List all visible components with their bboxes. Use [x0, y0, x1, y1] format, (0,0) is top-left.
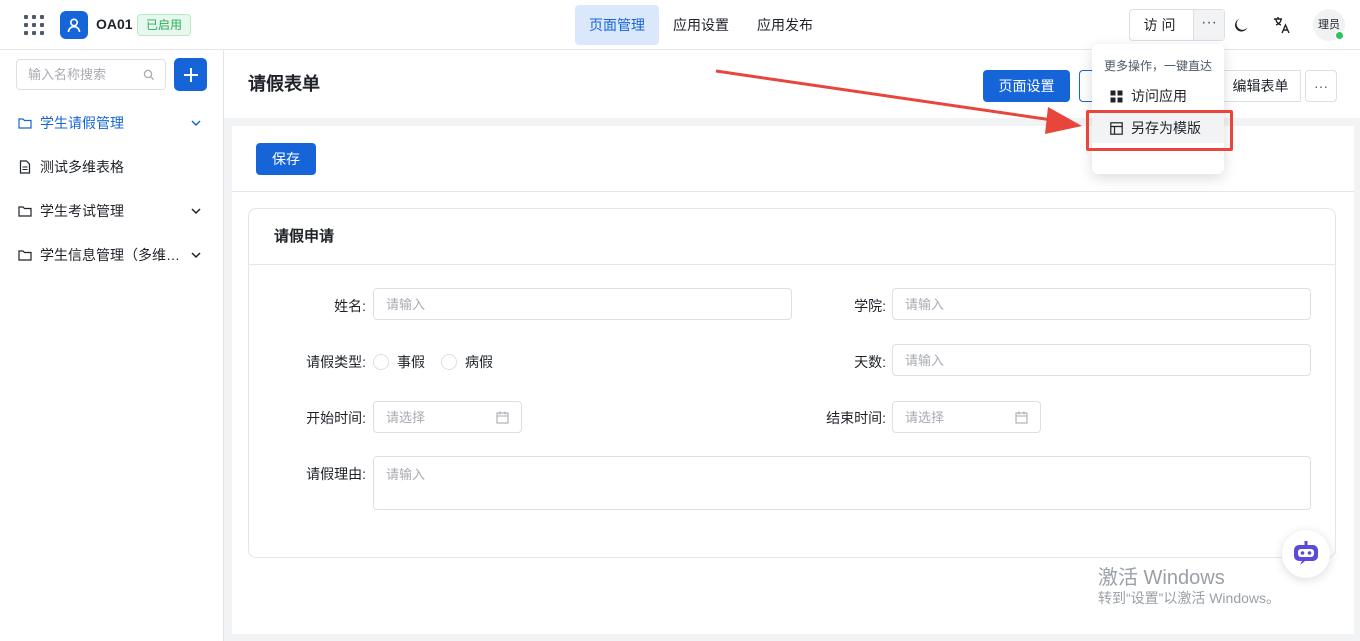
- app-logo: [60, 11, 88, 39]
- chatbot-button[interactable]: [1282, 530, 1330, 578]
- moon-icon[interactable]: [1231, 15, 1251, 35]
- sidebar-item-test-table[interactable]: 测试多维表格: [0, 145, 224, 189]
- sidebar-item-label: 学生信息管理（多维表格）: [40, 247, 180, 263]
- name-input[interactable]: [374, 289, 791, 319]
- name-label: 姓名:: [334, 298, 366, 314]
- chevron-down-icon[interactable]: [190, 249, 202, 261]
- folder-icon: [18, 250, 32, 261]
- top-bar: OA01 已启用 页面管理 应用设置 应用发布 访问 ··· 理员: [0, 0, 1360, 50]
- apps-icon: [1110, 90, 1123, 102]
- status-badge: 已启用: [137, 14, 192, 36]
- user-icon: [67, 18, 81, 33]
- college-input[interactable]: [893, 289, 1310, 319]
- sidebar-item-student-leave[interactable]: 学生请假管理: [0, 101, 224, 145]
- app-grid-icon[interactable]: [24, 15, 44, 35]
- plus-icon: [183, 67, 198, 82]
- radio-label: 事假: [397, 354, 425, 370]
- save-button[interactable]: 保存: [256, 143, 316, 175]
- days-field-wrap: [892, 344, 1311, 376]
- tab-app-settings[interactable]: 应用设置: [659, 5, 743, 45]
- folder-icon: [18, 118, 32, 129]
- page-settings-button[interactable]: 页面设置: [983, 70, 1070, 102]
- sidebar-item-label: 测试多维表格: [40, 159, 124, 175]
- leave-type-label: 请假类型:: [306, 354, 366, 370]
- end-time-label: 结束时间:: [826, 410, 886, 426]
- document-icon: [19, 160, 31, 174]
- dropdown-title: 更多操作，一键直达: [1104, 59, 1213, 73]
- sidebar-item-label: 学生考试管理: [40, 203, 124, 219]
- sidebar-item-student-exam[interactable]: 学生考试管理: [0, 189, 224, 233]
- radio-circle: [441, 354, 457, 370]
- start-time-label: 开始时间:: [306, 410, 366, 426]
- menu-item-visit-app[interactable]: 访问应用: [1092, 81, 1224, 111]
- form-card: 请假申请 姓名: 学院: 请假类型: 事假 病假 天数: 开始时间: 结束时间:: [248, 208, 1336, 558]
- reason-field-wrap: [373, 456, 1311, 510]
- days-input[interactable]: [893, 345, 1310, 375]
- radio-label: 病假: [465, 354, 493, 370]
- online-status-dot: [1335, 31, 1344, 40]
- end-time-field-wrap: [892, 401, 1041, 433]
- search-box: [16, 59, 166, 90]
- sidebar: 学生请假管理 测试多维表格 学生考试管理 学生信息管理（多维表格）: [0, 50, 224, 641]
- page-title: 请假表单: [248, 74, 320, 94]
- robot-icon: [1294, 541, 1318, 565]
- calendar-icon: [496, 411, 509, 424]
- form-section-title: 请假申请: [249, 209, 1335, 265]
- radio-circle: [373, 354, 389, 370]
- tab-page-management[interactable]: 页面管理: [575, 5, 659, 45]
- more-actions-dropdown: 更多操作，一键直达 访问应用 另存为模版: [1092, 44, 1224, 174]
- search-icon[interactable]: [143, 69, 155, 81]
- search-input[interactable]: [17, 60, 137, 89]
- sidebar-item-label: 学生请假管理: [40, 115, 124, 131]
- edit-form-button[interactable]: 编辑表单: [1221, 70, 1301, 102]
- tab-app-publish[interactable]: 应用发布: [743, 5, 827, 45]
- form-content: 保存 请假申请 姓名: 学院: 请假类型: 事假 病假 天数: 开始时间: 结束…: [232, 126, 1354, 634]
- folder-icon: [18, 206, 32, 217]
- main-nav: 页面管理 应用设置 应用发布: [575, 5, 827, 45]
- menu-item-label: 访问应用: [1131, 88, 1187, 104]
- reason-textarea[interactable]: [374, 457, 1310, 509]
- page-more-button[interactable]: ···: [1305, 70, 1337, 102]
- radio-personal-leave[interactable]: 事假: [373, 352, 425, 372]
- college-label: 学院:: [854, 298, 886, 314]
- add-page-button[interactable]: [174, 58, 207, 91]
- reason-label: 请假理由:: [306, 466, 366, 482]
- app-name: OA01: [96, 16, 133, 32]
- visit-more-button[interactable]: ···: [1194, 10, 1224, 40]
- visit-button-group: 访问 ···: [1129, 9, 1225, 41]
- radio-sick-leave[interactable]: 病假: [441, 352, 493, 372]
- chevron-down-icon[interactable]: [190, 117, 202, 129]
- translate-icon[interactable]: [1272, 15, 1292, 35]
- sidebar-item-student-info[interactable]: 学生信息管理（多维表格）: [0, 233, 224, 277]
- visit-button[interactable]: 访问: [1130, 10, 1194, 40]
- chevron-down-icon[interactable]: [190, 205, 202, 217]
- days-label: 天数:: [854, 354, 886, 370]
- start-time-field-wrap: [373, 401, 522, 433]
- name-field-wrap: [373, 288, 792, 320]
- calendar-icon: [1015, 411, 1028, 424]
- annotation-highlight-box: [1086, 110, 1233, 151]
- windows-watermark-title: 激活 Windows: [1098, 567, 1225, 589]
- college-field-wrap: [892, 288, 1311, 320]
- windows-watermark-subtitle: 转到“设置”以激活 Windows。: [1098, 590, 1281, 606]
